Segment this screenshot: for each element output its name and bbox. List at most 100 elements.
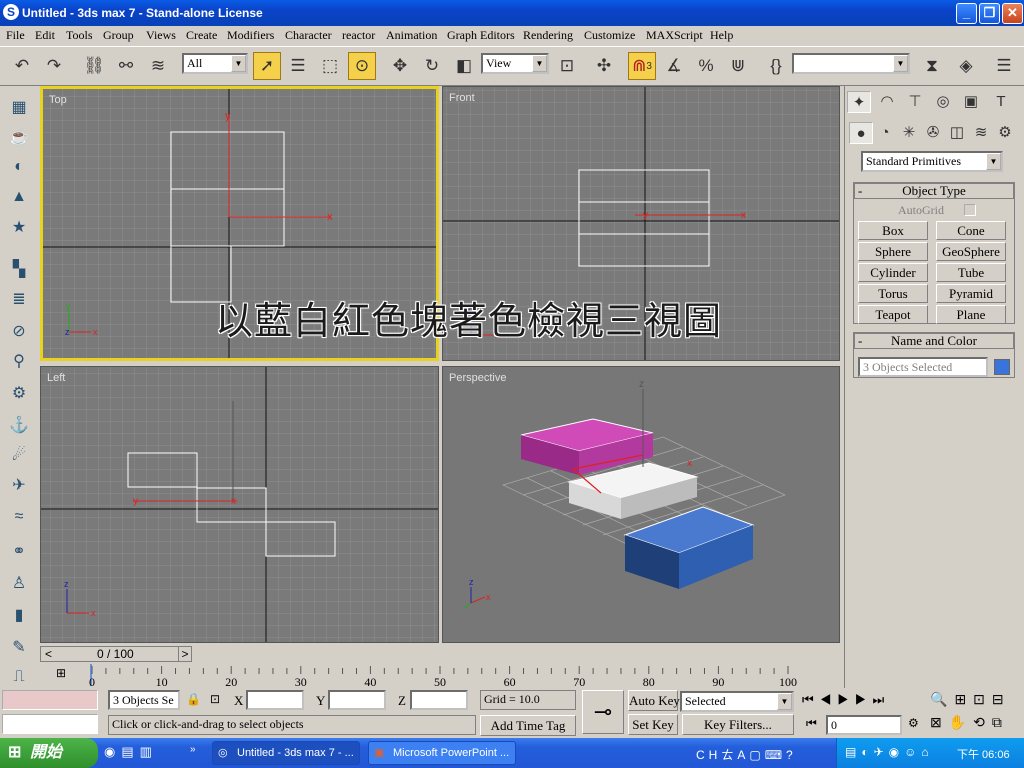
menu-maxscript[interactable]: MAXScript — [646, 28, 703, 43]
object-color-swatch[interactable] — [994, 359, 1010, 375]
chevron-down-icon[interactable]: ▼ — [777, 693, 792, 710]
y-coordinate-field[interactable] — [328, 690, 386, 710]
category-dropdown[interactable]: Standard Primitives ▼ — [861, 151, 1003, 172]
quick-launch[interactable]: ◉▤▥ — [104, 744, 158, 760]
create-cone-icon[interactable]: ▲ — [6, 184, 32, 210]
time-slider-track[interactable]: < 0 / 100 — [40, 646, 188, 662]
menu-edit[interactable]: Edit — [35, 28, 55, 43]
viewport-navigation-bottom[interactable]: ⊠✋⟲⧉ — [930, 714, 1009, 731]
volume-icon[interactable]: ◐ — [861, 745, 873, 759]
create-box-icon[interactable]: ▦ — [6, 94, 32, 120]
chevron-down-icon[interactable]: ▼ — [893, 55, 908, 72]
spinner-snap-icon[interactable]: ⋓ — [724, 52, 752, 80]
create-helper-icon[interactable]: ⚓ — [6, 412, 32, 438]
create-gear-icon[interactable]: ⚙ — [6, 380, 32, 406]
autogrid-checkbox[interactable] — [964, 204, 976, 216]
time-slider[interactable]: < 0 / 100 > — [38, 646, 844, 664]
percent-snap-icon[interactable]: % — [692, 52, 720, 80]
quick-launch-browser-icon[interactable]: ▥ — [140, 744, 158, 759]
task-powerpoint[interactable]: ▣ Microsoft PowerPoint ... — [368, 741, 516, 765]
window-crossing-icon[interactable]: ⊙ — [348, 52, 376, 80]
rectangular-selection-icon[interactable]: ⬚ — [316, 52, 344, 80]
utilities-tab-icon[interactable]: T — [989, 91, 1013, 113]
add-time-tag-button[interactable]: Add Time Tag — [480, 715, 576, 736]
modify-tab-icon[interactable]: ◠ — [875, 91, 899, 113]
playback-controls[interactable]: ⏮◀▶▶⏭ — [802, 692, 890, 708]
go-to-start-icon[interactable]: ⏮ — [802, 692, 820, 707]
create-checker-icon[interactable]: ▚ — [6, 256, 32, 282]
cone-button[interactable]: Cone — [936, 221, 1006, 240]
geometry-icon[interactable]: ● — [849, 122, 873, 144]
object-name-field[interactable]: 3 Objects Selected — [858, 357, 988, 377]
time-prev-button[interactable]: < — [45, 647, 52, 661]
previous-frame-icon[interactable]: ◀ — [820, 692, 838, 707]
create-tab-icon[interactable]: ✦ — [847, 91, 871, 113]
play-icon[interactable]: ▶ — [837, 692, 855, 707]
select-and-move-icon[interactable]: ✥ — [386, 52, 414, 80]
menu-create[interactable]: Create — [186, 28, 217, 43]
media-icon[interactable]: ◉ — [889, 745, 904, 759]
teapot-button[interactable]: Teapot — [858, 305, 928, 324]
network-icon[interactable]: ▤ — [845, 745, 861, 759]
angle-snap-icon[interactable]: ∡ — [660, 52, 688, 80]
menu-rendering[interactable]: Rendering — [523, 28, 573, 43]
select-and-rotate-icon[interactable]: ↻ — [418, 52, 446, 80]
z-coordinate-field[interactable] — [410, 690, 468, 710]
quick-launch-desktop-icon[interactable]: ▤ — [121, 744, 139, 759]
viewport-label[interactable]: Left — [47, 372, 65, 384]
current-frame-field[interactable]: 0 — [826, 715, 902, 735]
zoom-extents-all-icon[interactable]: ⊟ — [992, 691, 1011, 707]
hierarchy-tab-icon[interactable]: ⊤ — [903, 91, 927, 113]
cameras-icon[interactable]: ✇ — [921, 122, 945, 144]
shapes-icon[interactable]: ◔ — [873, 122, 897, 144]
options-icon[interactable]: ? — [786, 748, 797, 762]
mini-curve-editor-icon[interactable]: ⊞ — [48, 666, 74, 684]
create-pointer-icon[interactable]: ✎ — [6, 634, 32, 660]
track-bar[interactable]: ⊞ 0 10 20 30 40 50 60 70 80 90 100 — [38, 664, 844, 688]
create-star-icon[interactable]: ★ — [6, 214, 32, 240]
width-toggle-icon[interactable]: A — [737, 748, 749, 762]
menu-tools[interactable]: Tools — [66, 28, 93, 43]
systems-icon[interactable]: ⚙ — [993, 122, 1017, 144]
update-icon[interactable]: ⌂ — [921, 745, 933, 759]
menu-views[interactable]: Views — [146, 28, 176, 43]
minimize-icon[interactable]: _ — [956, 3, 977, 24]
time-next-button[interactable]: > — [178, 646, 192, 662]
quick-launch-app-icon[interactable]: ◉ — [104, 744, 121, 759]
max-script-listener-top[interactable] — [2, 690, 98, 710]
antivirus-icon[interactable]: ✈ — [874, 745, 889, 759]
motion-tab-icon[interactable]: ◎ — [931, 91, 955, 113]
helpers-icon[interactable]: ◫ — [945, 122, 969, 144]
sphere-button[interactable]: Sphere — [858, 242, 928, 261]
lights-icon[interactable]: ✳ — [897, 122, 921, 144]
cylinder-button[interactable]: Cylinder — [858, 263, 928, 282]
lock-selection-icon[interactable]: 🔒 — [186, 692, 201, 706]
punctuation-icon[interactable]: ▢ — [749, 748, 764, 762]
pyramid-button[interactable]: Pyramid — [936, 284, 1006, 303]
absolute-mode-icon[interactable]: ⊡ — [210, 692, 220, 706]
auto-key-button[interactable]: Auto Key — [628, 690, 680, 711]
menu-graph-editors[interactable]: Graph Editors — [447, 28, 515, 43]
tube-button[interactable]: Tube — [936, 263, 1006, 282]
box-button[interactable]: Box — [858, 221, 928, 240]
select-by-name-icon[interactable]: ☰ — [284, 52, 312, 80]
start-button[interactable]: ⊞ 開始 — [0, 738, 98, 768]
create-sphere-icon[interactable]: ◐ — [6, 154, 32, 180]
menu-help[interactable]: Help — [710, 28, 733, 43]
selection-filter-dropdown[interactable]: All ▼ — [182, 53, 248, 74]
display-tab-icon[interactable]: ▣ — [959, 91, 983, 113]
create-lathe-icon[interactable]: ⚲ — [6, 348, 32, 374]
title-bar[interactable]: S Untitled - 3ds max 7 - Stand-alone Lic… — [0, 0, 1024, 26]
key-mode-dropdown[interactable]: Selected ▼ — [680, 691, 794, 712]
plane-button[interactable]: Plane — [936, 305, 1006, 324]
select-and-link-icon[interactable]: ⛓ — [80, 52, 108, 80]
create-knot-icon[interactable]: ⚭ — [6, 538, 32, 564]
zoom-icon[interactable]: 🔍 — [930, 691, 954, 707]
menu-modifiers[interactable]: Modifiers — [227, 28, 274, 43]
menu-reactor[interactable]: reactor — [342, 28, 375, 43]
layer-manager-icon[interactable]: ☰ — [990, 52, 1018, 80]
x-coordinate-field[interactable] — [246, 690, 304, 710]
restore-icon[interactable]: ❐ — [979, 3, 1000, 24]
chevron-down-icon[interactable]: ▼ — [986, 153, 1001, 170]
geosphere-button[interactable]: GeoSphere — [936, 242, 1006, 261]
